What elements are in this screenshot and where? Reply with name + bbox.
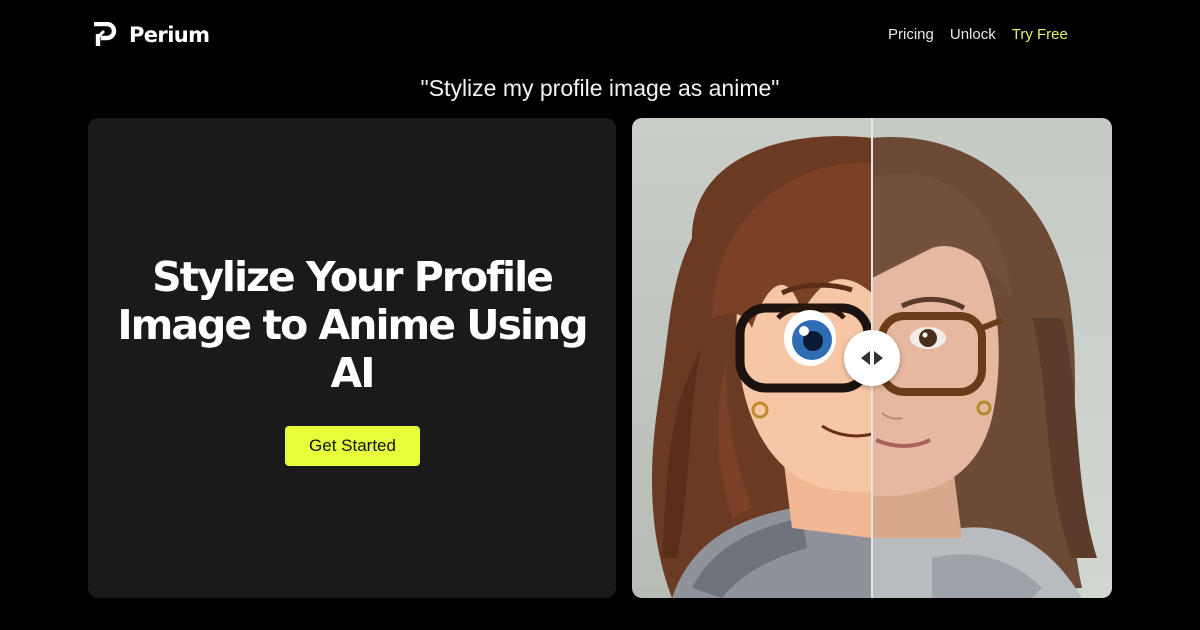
prompt-caption: "Stylize my profile image as anime" — [420, 75, 780, 101]
brand-name: Perium — [129, 23, 210, 47]
before-after-comparison[interactable] — [632, 118, 1112, 598]
perium-logo-icon — [94, 22, 117, 46]
nav-link-pricing[interactable]: Pricing — [888, 26, 934, 44]
hero-card: Stylize Your Profile Image to Anime Usin… — [88, 118, 616, 598]
anime-portrait-half — [632, 118, 872, 598]
top-nav: Pricing Unlock Try Free — [888, 26, 1068, 44]
nav-link-try-free[interactable]: Try Free — [1012, 26, 1068, 44]
nav-link-unlock[interactable]: Unlock — [950, 26, 996, 44]
photo-portrait-half — [872, 118, 1112, 598]
arrow-left-icon — [861, 351, 870, 365]
comparison-slider-handle[interactable] — [844, 330, 900, 386]
hero-title: Stylize Your Profile Image to Anime Usin… — [117, 253, 588, 397]
brand-logo-link[interactable]: Perium — [94, 22, 210, 48]
get-started-button[interactable]: Get Started — [285, 426, 420, 466]
arrow-right-icon — [874, 351, 883, 365]
